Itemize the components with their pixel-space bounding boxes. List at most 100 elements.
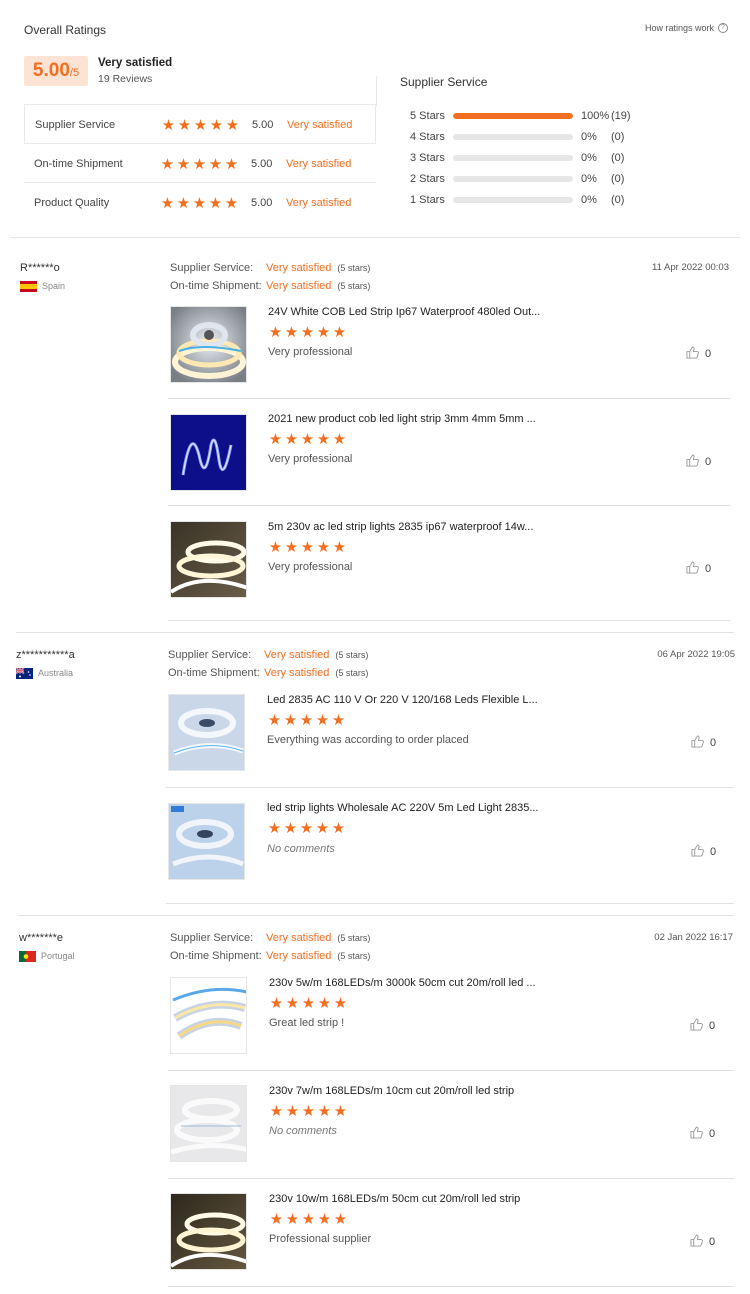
product-thumbnail[interactable] [170, 1193, 247, 1270]
supplier-service-line: Supplier Service: Very satisfied (5 stars) [170, 932, 371, 944]
product-title-link[interactable]: 5m 230v ac led strip lights 2835 ip67 wa… [268, 521, 533, 533]
spain-flag-icon [20, 280, 37, 292]
review-comment: Professional supplier [269, 1233, 372, 1245]
product-title-link[interactable]: 230v 10w/m 168LEDs/m 50cm cut 20m/roll l… [269, 1193, 520, 1205]
thumbs-up-icon [686, 454, 699, 470]
review-comment: Very professional [268, 561, 353, 573]
distribution-title: Supplier Service [400, 75, 488, 89]
like-count: 0 [709, 1020, 716, 1032]
thumbs-up-icon [690, 1234, 703, 1250]
product-thumbnail[interactable] [170, 306, 247, 383]
item-rating-stars: ★ ★ ★ ★ ★ [267, 820, 346, 837]
item-divider [168, 398, 730, 399]
like-button[interactable]: 0 [691, 735, 716, 751]
supplier-service-line: Supplier Service: Very satisfied (5 stars) [170, 262, 371, 274]
product-title-link[interactable]: led strip lights Wholesale AC 220V 5m Le… [267, 802, 539, 814]
distribution-row: 1 Stars 0% (0) [410, 193, 650, 207]
distribution-count: (0) [611, 152, 625, 164]
product-thumbnail[interactable] [170, 1085, 247, 1162]
review-comment: Very professional [268, 453, 353, 465]
supplier-service-line: Supplier Service: Very satisfied (5 stars) [168, 649, 369, 661]
product-thumbnail[interactable] [168, 803, 245, 880]
distribution-row: 3 Stars 0% (0) [410, 151, 650, 165]
star-level-label: 1 Stars [410, 194, 445, 206]
review-comment: No comments [269, 1125, 337, 1137]
product-thumbnail[interactable] [170, 414, 247, 491]
item-divider [166, 903, 734, 904]
category-value: 5.00 [251, 197, 273, 209]
product-thumbnail[interactable] [168, 694, 245, 771]
distribution-row: 5 Stars 100% (19) [410, 109, 650, 123]
distribution-bar [453, 155, 573, 161]
like-count: 0 [705, 456, 712, 468]
category-satisfaction: Very satisfied [286, 197, 352, 209]
item-rating-stars: ★ ★ ★ ★ ★ [269, 995, 348, 1012]
product-title-link[interactable]: 230v 7w/m 168LEDs/m 10cm cut 20m/roll le… [269, 1085, 514, 1097]
review-comment: No comments [267, 843, 335, 855]
review-divider [16, 632, 734, 633]
star-level-label: 4 Stars [410, 131, 445, 143]
thumbs-up-icon [691, 844, 704, 860]
distribution-percent: 100% [581, 110, 610, 122]
product-thumbnail[interactable] [170, 977, 247, 1054]
distribution-bar [453, 197, 573, 203]
distribution-percent: 0% [581, 173, 597, 185]
how-ratings-work-link[interactable]: How ratings work ? [645, 23, 728, 33]
distribution-percent: 0% [581, 152, 597, 164]
like-button[interactable]: 0 [686, 561, 711, 577]
rating-stars: ★ ★ ★ ★ ★ [160, 155, 239, 173]
like-button[interactable]: 0 [690, 1126, 715, 1142]
thumbs-up-icon [691, 735, 704, 751]
item-rating-stars: ★ ★ ★ ★ ★ [267, 712, 346, 729]
item-divider [168, 1178, 734, 1179]
distribution-count: (0) [611, 194, 625, 206]
product-title-link[interactable]: 24V White COB Led Strip Ip67 Waterproof … [268, 306, 540, 318]
distribution-count: (0) [611, 131, 625, 143]
reviewer-name: z***********a [16, 649, 75, 661]
category-row-supplier-service: Supplier Service ★ ★ ★ ★ ★ 5.00 Very satisfi… [24, 104, 376, 144]
like-button[interactable]: 0 [691, 844, 716, 860]
distribution-row: 4 Stars 0% (0) [410, 130, 650, 144]
review-date: 02 Jan 2022 16:17 [654, 932, 733, 943]
category-value: 5.00 [251, 158, 273, 170]
vertical-divider [376, 76, 377, 106]
thumbs-up-icon [690, 1018, 703, 1034]
category-value: 5.00 [252, 119, 274, 131]
overall-score: 5.00 [32, 60, 70, 81]
distribution-row: 2 Stars 0% (0) [410, 172, 650, 186]
like-button[interactable]: 0 [690, 1234, 715, 1250]
like-count: 0 [705, 563, 712, 575]
product-title-link[interactable]: Led 2835 AC 110 V Or 220 V 120/168 Leds … [267, 694, 538, 706]
review-date: 06 Apr 2022 19:05 [657, 649, 735, 660]
overall-score-label: Very satisfied [98, 57, 173, 69]
like-button[interactable]: 0 [686, 346, 711, 362]
like-button[interactable]: 0 [690, 1018, 715, 1034]
reviewer-country: Spain [20, 280, 65, 292]
product-title-link[interactable]: 230v 5w/m 168LEDs/m 3000k 50cm cut 20m/r… [269, 977, 536, 989]
reviewer-country: Australia [15, 666, 73, 679]
distribution-count: (0) [611, 173, 625, 185]
distribution-bar [453, 176, 573, 182]
item-rating-stars: ★ ★ ★ ★ ★ [268, 539, 347, 556]
overall-ratings-panel: Overall Ratings How ratings work ? 5.00/… [10, 0, 740, 238]
category-row-ontime-shipment: On-time Shipment ★ ★ ★ ★ ★ 5.00 Very satisfi… [24, 143, 376, 183]
like-button[interactable]: 0 [686, 454, 711, 470]
category-satisfaction: Very satisfied [287, 119, 353, 131]
thumbs-up-icon [686, 561, 699, 577]
reviews-count: 19 Reviews [98, 73, 153, 85]
score-denominator: /5 [69, 67, 80, 79]
distribution-bar [453, 113, 573, 119]
review-comment: Very professional [268, 346, 353, 358]
like-count: 0 [709, 1128, 716, 1140]
item-rating-stars: ★ ★ ★ ★ ★ [269, 1211, 348, 1228]
product-thumbnail[interactable] [170, 521, 247, 598]
overall-score-badge: 5.00/5 [24, 56, 88, 86]
ontime-shipment-line: On-time Shipment: Very satisfied (5 stars) [170, 950, 371, 962]
item-divider [168, 620, 730, 621]
item-divider [168, 1070, 734, 1071]
category-label: Supplier Service [35, 119, 116, 131]
rating-stars: ★ ★ ★ ★ ★ [160, 194, 239, 212]
review-comment: Everything was according to order placed [267, 734, 469, 746]
product-title-link[interactable]: 2021 new product cob led light strip 3mm… [268, 413, 536, 425]
star-level-label: 2 Stars [410, 173, 445, 185]
